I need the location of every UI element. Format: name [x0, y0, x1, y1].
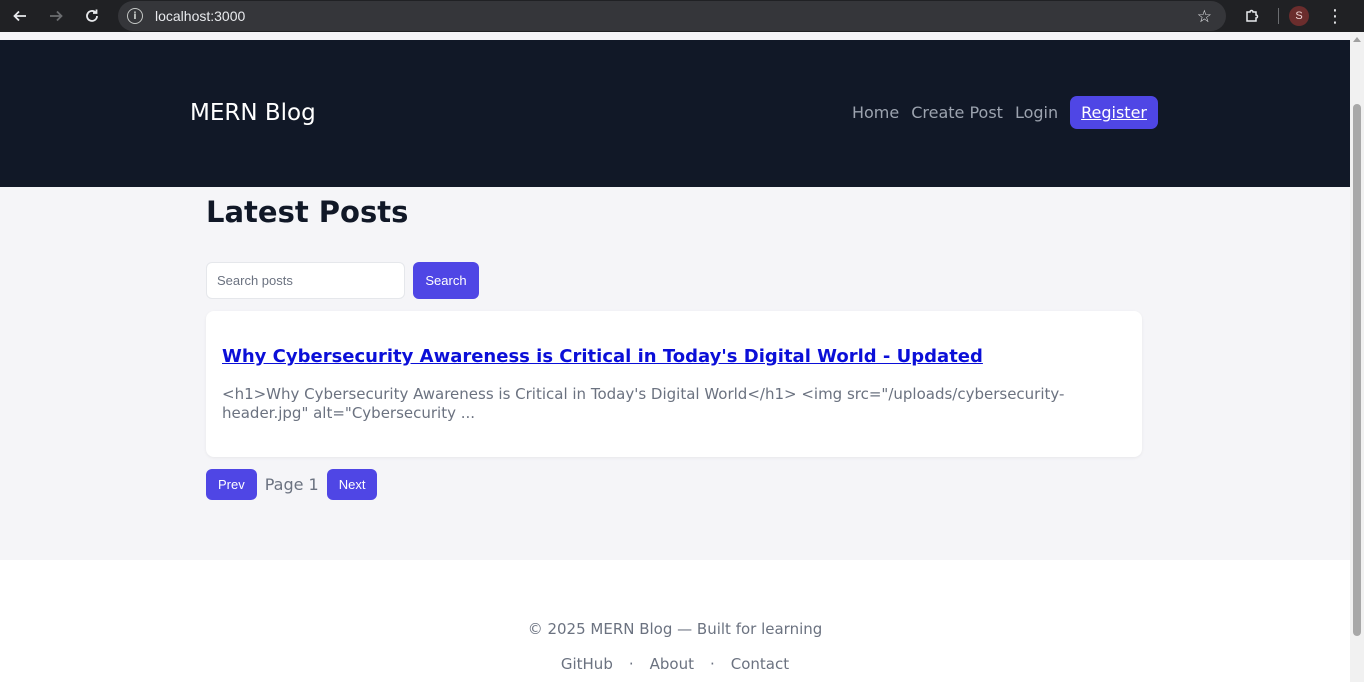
footer-separator: ·: [628, 655, 634, 673]
page-viewport: MERN Blog Home Create Post Login Registe…: [0, 32, 1350, 682]
prev-page-button[interactable]: Prev: [206, 469, 257, 500]
reload-icon: [86, 9, 98, 22]
browser-toolbar: i localhost:3000 ☆ S ⋮: [0, 0, 1364, 32]
star-icon[interactable]: ☆: [1197, 7, 1212, 27]
site-footer: © 2025 MERN Blog — Built for learning Gi…: [0, 560, 1350, 682]
puzzle-icon: [1246, 9, 1259, 22]
nav-login-link[interactable]: Login: [1015, 103, 1058, 122]
address-bar[interactable]: i localhost:3000 ☆: [118, 1, 1226, 31]
arrow-left-icon: [13, 10, 26, 22]
search-input[interactable]: [206, 262, 405, 299]
back-button[interactable]: [2, 0, 38, 32]
page-title: Latest Posts: [206, 195, 409, 229]
footer-copyright: © 2025 MERN Blog — Built for learning: [527, 620, 823, 638]
footer-link-github[interactable]: GitHub: [561, 655, 613, 673]
nav-home-link[interactable]: Home: [852, 103, 899, 122]
search-button[interactable]: Search: [413, 262, 479, 299]
site-header: MERN Blog Home Create Post Login Registe…: [0, 40, 1350, 187]
footer-separator: ·: [709, 655, 715, 673]
kebab-menu-icon[interactable]: ⋮: [1321, 0, 1349, 32]
url-text[interactable]: localhost:3000: [155, 8, 245, 24]
page-indicator: Page 1: [264, 475, 319, 494]
site-brand[interactable]: MERN Blog: [190, 100, 316, 126]
footer-link-about[interactable]: About: [650, 655, 694, 673]
profile-avatar[interactable]: S: [1289, 6, 1309, 26]
post-card: Why Cybersecurity Awareness is Critical …: [206, 311, 1142, 457]
pagination: Prev Page 1 Next: [206, 469, 1142, 500]
info-icon[interactable]: i: [127, 8, 143, 24]
post-excerpt: <h1>Why Cybersecurity Awareness is Criti…: [222, 385, 1065, 422]
forward-button[interactable]: [38, 0, 74, 32]
scrollbar-thumb[interactable]: [1353, 104, 1361, 636]
post-title-link[interactable]: Why Cybersecurity Awareness is Critical …: [222, 346, 983, 367]
extensions-button[interactable]: [1236, 0, 1268, 32]
main-nav: Home Create Post Login Register: [840, 96, 1158, 129]
main-content: Latest Posts Search Why Cybersecurity Aw…: [206, 187, 1142, 500]
next-page-button[interactable]: Next: [326, 469, 378, 500]
toolbar-divider: [1278, 8, 1279, 24]
arrow-right-icon: [50, 10, 63, 22]
reload-button[interactable]: [74, 0, 110, 32]
nav-register-button[interactable]: Register: [1070, 96, 1158, 129]
search-bar: Search: [206, 262, 1142, 299]
nav-create-post-link[interactable]: Create Post: [911, 103, 1003, 122]
footer-links: GitHub · About · Contact: [0, 655, 1350, 673]
page-scrollbar[interactable]: [1350, 32, 1364, 682]
footer-link-contact[interactable]: Contact: [731, 655, 789, 673]
scroll-up-icon[interactable]: [1353, 37, 1361, 42]
